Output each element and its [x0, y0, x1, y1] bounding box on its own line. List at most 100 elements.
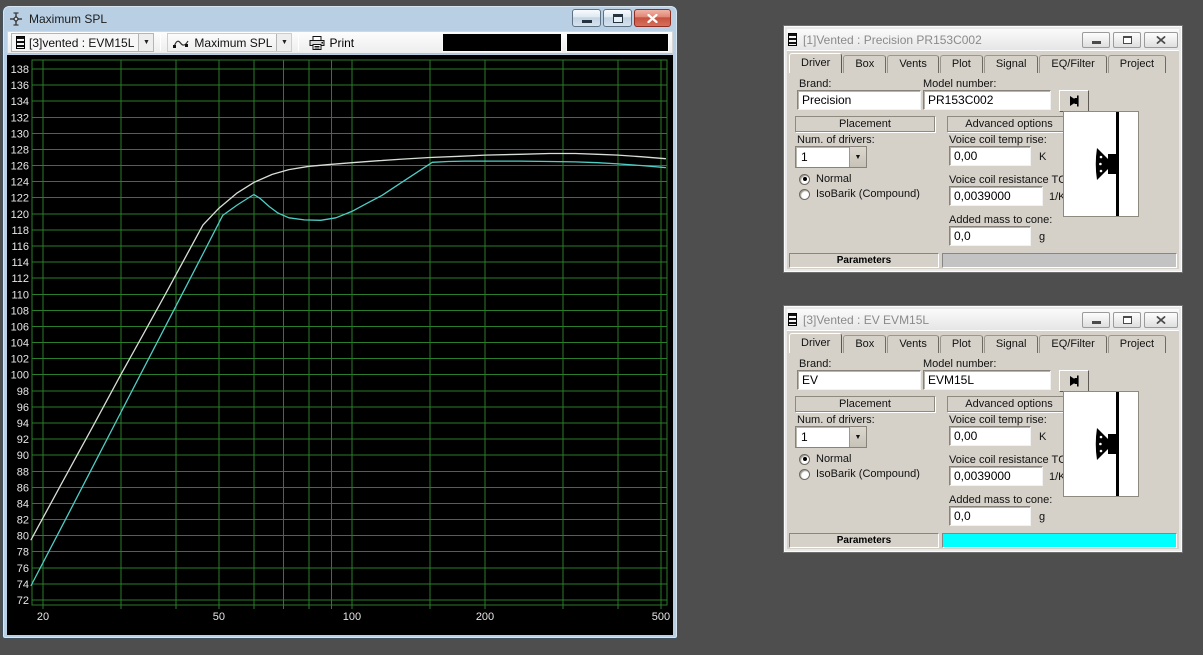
radio-selected-icon — [799, 174, 810, 185]
svg-text:118: 118 — [11, 225, 29, 237]
tab-project[interactable]: Project — [1108, 335, 1166, 353]
minimize-icon — [1092, 321, 1101, 324]
maximize-icon — [1123, 316, 1132, 324]
num-drivers-value: 1 — [796, 427, 849, 447]
svg-text:104: 104 — [11, 338, 29, 350]
close-icon — [1156, 36, 1166, 44]
minimize-button[interactable] — [572, 9, 601, 27]
window-titlebar[interactable]: [1]Vented : Precision PR153C002 — [787, 29, 1179, 50]
brand-input[interactable] — [797, 90, 921, 110]
window-titlebar[interactable]: [3]Vented : EV EVM15L — [787, 309, 1179, 330]
brand-input[interactable] — [797, 370, 921, 390]
driver-database-button[interactable] — [1059, 370, 1089, 392]
advanced-options-header[interactable]: Advanced options — [947, 396, 1071, 412]
tab-plot[interactable]: Plot — [940, 55, 983, 73]
tab-signal[interactable]: Signal — [984, 55, 1039, 73]
close-button[interactable] — [1144, 32, 1178, 48]
tab-driver[interactable]: Driver — [789, 333, 842, 353]
brand-label: Brand: — [799, 78, 831, 90]
svg-text:128: 128 — [11, 145, 29, 157]
chevron-down-icon[interactable]: ▼ — [138, 34, 153, 51]
project-icon — [788, 33, 797, 46]
tab-eqfilter[interactable]: EQ/Filter — [1039, 55, 1106, 73]
parameters-status[interactable]: Parameters — [789, 533, 939, 548]
vc-temp-input[interactable] — [949, 146, 1031, 166]
minimize-icon — [1092, 41, 1101, 44]
project-selector[interactable]: [3]vented : EVM15L ▼ — [11, 33, 154, 52]
loudspeaker-icon — [1067, 375, 1081, 387]
close-icon — [1156, 316, 1166, 324]
svg-text:120: 120 — [11, 209, 29, 221]
num-drivers-select[interactable]: 1 ▼ — [795, 426, 867, 448]
minimize-button[interactable] — [1082, 32, 1110, 48]
added-mass-label: Added mass to cone: — [949, 214, 1052, 226]
placement-header[interactable]: Placement — [795, 116, 935, 132]
vc-resistance-input[interactable] — [949, 466, 1043, 486]
tab-vents[interactable]: Vents — [887, 335, 939, 353]
tab-plot[interactable]: Plot — [940, 335, 983, 353]
svg-text:106: 106 — [11, 322, 29, 334]
svg-text:96: 96 — [17, 402, 29, 414]
parameters-status[interactable]: Parameters — [789, 253, 939, 268]
vc-temp-label: Voice coil temp rise: — [949, 134, 1047, 146]
chevron-down-icon[interactable]: ▼ — [849, 427, 866, 447]
plot-window-title: Maximum SPL — [29, 12, 107, 26]
printer-icon — [309, 36, 325, 50]
plot-type-selector[interactable]: Maximum SPL ▼ — [167, 33, 292, 52]
tab-signal[interactable]: Signal — [984, 335, 1039, 353]
chevron-down-icon[interactable]: ▼ — [276, 34, 291, 51]
curve-color-indicator — [942, 253, 1177, 268]
tab-box[interactable]: Box — [843, 335, 886, 353]
radio-normal[interactable]: Normal — [799, 453, 851, 465]
readout-left — [442, 33, 562, 52]
svg-text:82: 82 — [17, 515, 29, 527]
radio-isobarik-label: IsoBarik (Compound) — [816, 468, 920, 480]
model-number-input[interactable] — [923, 370, 1051, 390]
added-mass-input[interactable] — [949, 226, 1031, 246]
spl-chart-svg: 7274767880828486889092949698100102104106… — [7, 55, 673, 635]
window-title: [3]Vented : EV EVM15L — [803, 313, 929, 327]
plot-window-titlebar[interactable]: Maximum SPL — [7, 6, 673, 31]
added-mass-input[interactable] — [949, 506, 1031, 526]
svg-text:78: 78 — [17, 547, 29, 559]
print-button[interactable]: Print — [305, 33, 358, 52]
radio-isobarik[interactable]: IsoBarik (Compound) — [799, 468, 920, 480]
model-number-input[interactable] — [923, 90, 1051, 110]
svg-text:94: 94 — [17, 418, 29, 430]
radio-isobarik[interactable]: IsoBarik (Compound) — [799, 188, 920, 200]
status-bar: Parameters — [789, 253, 1177, 268]
maximize-button[interactable] — [1113, 32, 1141, 48]
loudspeaker-icon — [1067, 95, 1081, 107]
num-drivers-label: Num. of drivers: — [797, 414, 875, 426]
svg-text:138: 138 — [11, 64, 29, 76]
driver-database-button[interactable] — [1059, 90, 1089, 112]
tab-project[interactable]: Project — [1108, 55, 1166, 73]
brand-label: Brand: — [799, 358, 831, 370]
vc-resistance-input[interactable] — [949, 186, 1043, 206]
tab-driver[interactable]: Driver — [789, 53, 842, 73]
curve-icon — [172, 37, 190, 49]
radio-normal[interactable]: Normal — [799, 173, 851, 185]
svg-text:80: 80 — [17, 531, 29, 543]
window-title: [1]Vented : Precision PR153C002 — [803, 33, 982, 47]
tab-vents[interactable]: Vents — [887, 55, 939, 73]
radio-normal-label: Normal — [816, 453, 851, 465]
num-drivers-select[interactable]: 1 ▼ — [795, 146, 867, 168]
placement-header[interactable]: Placement — [795, 396, 935, 412]
plot-area[interactable]: 7274767880828486889092949698100102104106… — [7, 55, 673, 635]
svg-text:200: 200 — [476, 611, 494, 623]
advanced-options-header[interactable]: Advanced options — [947, 116, 1071, 132]
chevron-down-icon[interactable]: ▼ — [849, 147, 866, 167]
tab-box[interactable]: Box — [843, 55, 886, 73]
close-button[interactable] — [1144, 312, 1178, 328]
close-button[interactable] — [634, 9, 671, 27]
svg-text:100: 100 — [11, 370, 29, 382]
svg-text:88: 88 — [17, 466, 29, 478]
vc-temp-input[interactable] — [949, 426, 1031, 446]
tab-eqfilter[interactable]: EQ/Filter — [1039, 335, 1106, 353]
svg-text:116: 116 — [11, 241, 29, 253]
maximize-button[interactable] — [1113, 312, 1141, 328]
vc-temp-label: Voice coil temp rise: — [949, 414, 1047, 426]
maximize-button[interactable] — [603, 9, 632, 27]
minimize-button[interactable] — [1082, 312, 1110, 328]
